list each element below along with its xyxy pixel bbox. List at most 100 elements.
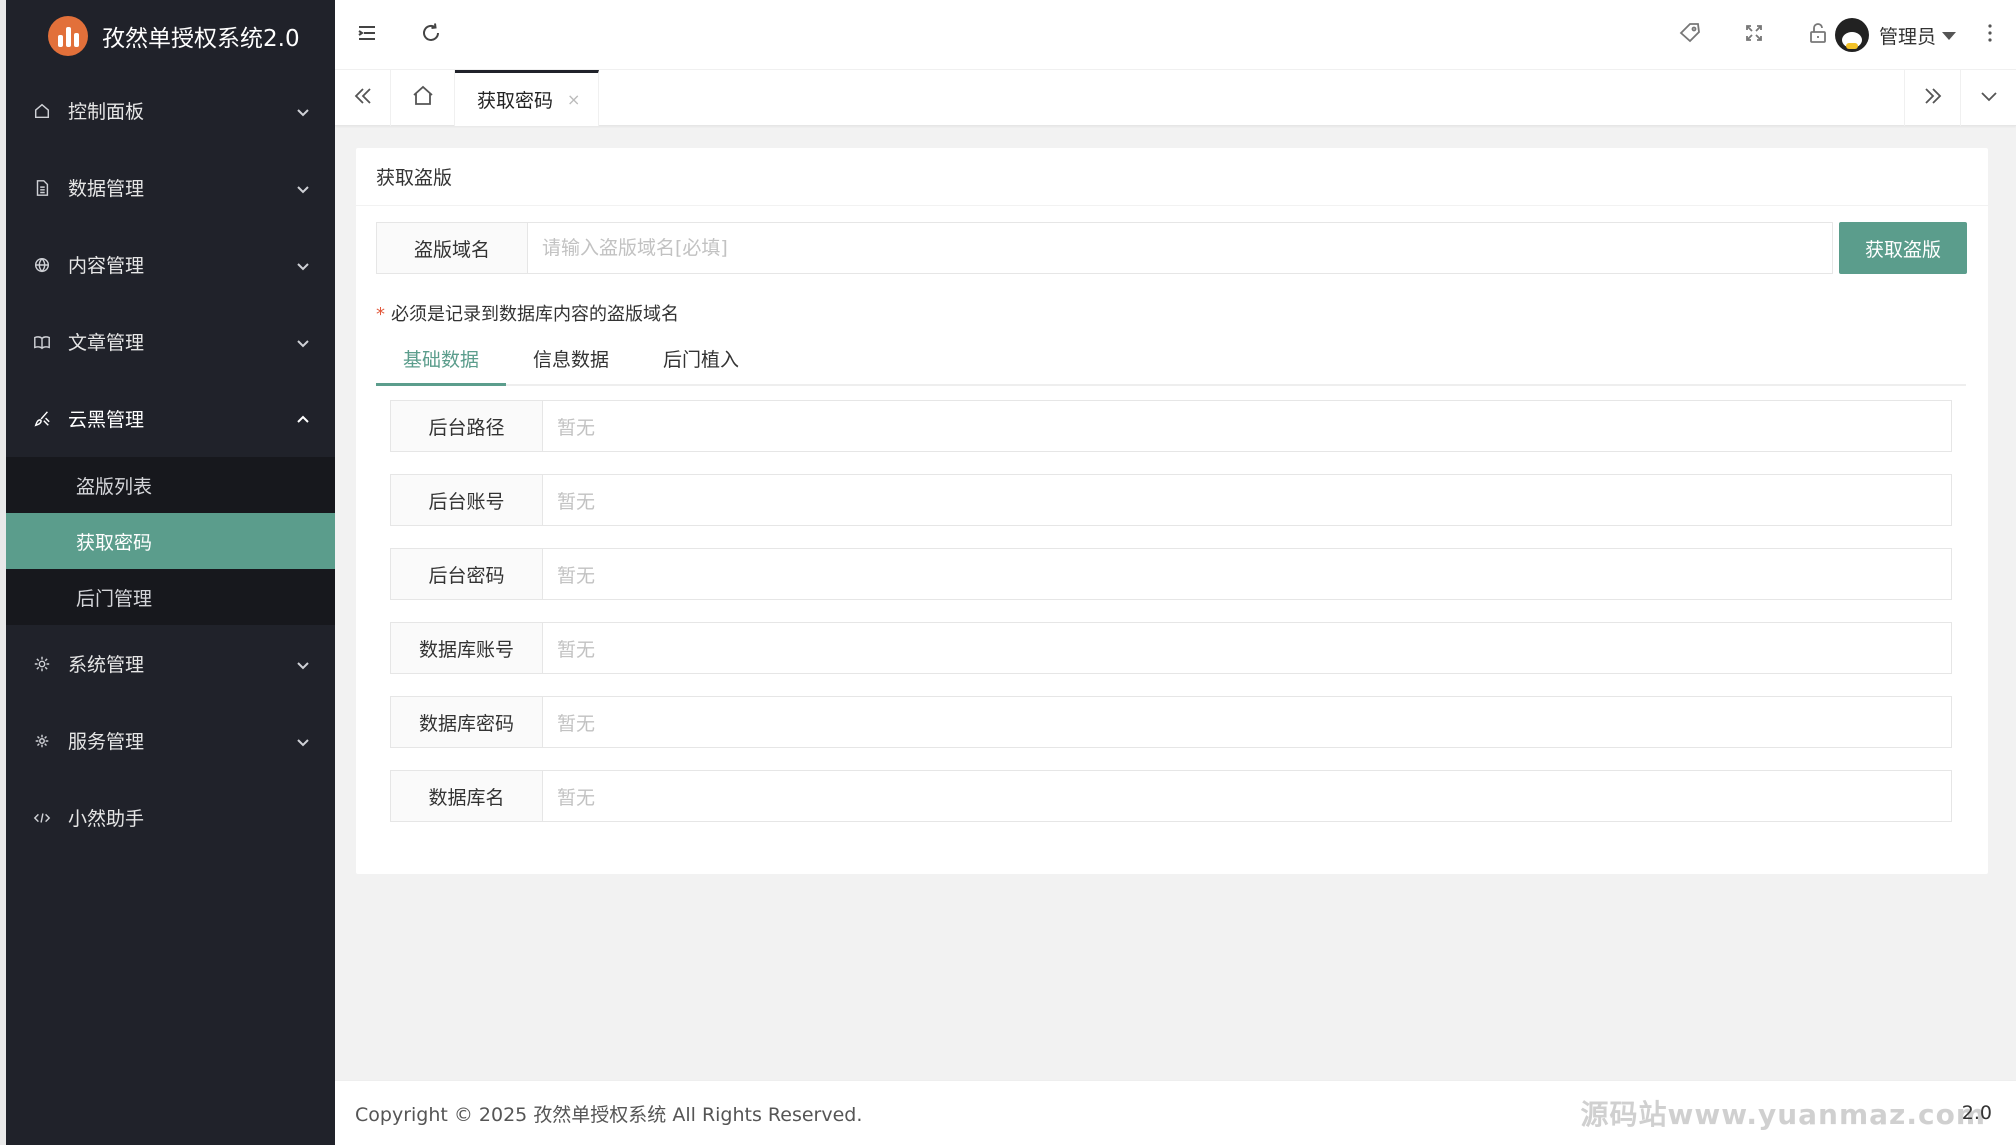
sidebar-subitem-get-password[interactable]: 获取密码 <box>6 513 335 569</box>
sidebar-item-content[interactable]: 内容管理 <box>6 226 335 303</box>
tabs-scroll-right-button[interactable] <box>1904 70 1960 126</box>
menu-toggle-button[interactable] <box>335 0 399 70</box>
gear-icon <box>32 654 52 674</box>
tab-info-data[interactable]: 信息数据 <box>506 332 636 384</box>
sidebar-item-data[interactable]: 数据管理 <box>6 149 335 226</box>
double-chevron-left-icon <box>351 84 375 112</box>
field-admin-account: 后台账号 暂无 <box>390 474 1952 526</box>
sidebar-item-service[interactable]: 服务管理 <box>6 702 335 779</box>
sidebar-item-articles[interactable]: 文章管理 <box>6 303 335 380</box>
sidebar-item-label: 服务管理 <box>68 731 145 753</box>
chevron-down-icon <box>295 257 311 273</box>
book-icon <box>32 332 52 352</box>
field-value[interactable]: 暂无 <box>542 696 1952 748</box>
user-name: 管理员 <box>1878 25 1936 48</box>
sidebar: 孜然单授权系统2.0 控制面板 数据管理 内容管理 文章管理 云黑管理 盗版列表… <box>0 0 335 1145</box>
sidebar-subitem-backdoor[interactable]: 后门管理 <box>6 569 335 625</box>
tab-backdoor-implant[interactable]: 后门植入 <box>636 332 766 384</box>
sidebar-item-system[interactable]: 系统管理 <box>6 625 335 702</box>
document-icon <box>32 178 52 198</box>
field-db-name: 数据库名 暂无 <box>390 770 1952 822</box>
watermark: 源码站www.yuanmaz.com <box>1580 1097 1986 1131</box>
chevron-down-icon <box>295 103 311 119</box>
fullscreen-button[interactable] <box>1722 0 1786 70</box>
more-button[interactable] <box>1964 0 2016 70</box>
field-label: 数据库密码 <box>390 696 543 748</box>
home-icon <box>32 101 52 121</box>
tag-button[interactable] <box>1658 0 1722 70</box>
field-value[interactable]: 暂无 <box>542 548 1952 600</box>
refresh-button[interactable] <box>399 0 463 70</box>
field-db-password: 数据库密码 暂无 <box>390 696 1952 748</box>
tabs-dropdown-button[interactable] <box>1960 70 2016 126</box>
sidebar-nav-lower: 系统管理 服务管理 小然助手 <box>6 625 335 856</box>
home-icon <box>411 84 435 112</box>
sidebar-item-cloud-black[interactable]: 云黑管理 <box>6 380 335 457</box>
globe-icon <box>32 255 52 275</box>
avatar <box>1834 18 1869 52</box>
top-header: 管理员 <box>335 0 2016 70</box>
tag-icon <box>1678 21 1702 49</box>
chevron-down-icon <box>295 733 311 749</box>
card-title: 获取盗版 <box>356 148 1988 206</box>
field-value[interactable]: 暂无 <box>542 770 1952 822</box>
tab-label: 获取密码 <box>477 90 554 112</box>
field-label: 后台路径 <box>390 400 543 452</box>
domain-label: 盗版域名 <box>376 222 528 274</box>
sidebar-item-label: 文章管理 <box>68 332 145 354</box>
code-icon <box>32 808 52 828</box>
field-label: 后台账号 <box>390 474 543 526</box>
tab-basic-data[interactable]: 基础数据 <box>376 332 507 386</box>
sidebar-item-label: 控制面板 <box>68 101 145 123</box>
lock-icon <box>1806 21 1830 49</box>
field-value[interactable]: 暂无 <box>542 474 1952 526</box>
field-label: 数据库名 <box>390 770 543 822</box>
close-icon[interactable]: × <box>567 90 580 109</box>
piracy-domain-input[interactable] <box>527 222 1833 274</box>
app-logo[interactable]: 孜然单授权系统2.0 <box>6 0 335 72</box>
sidebar-item-dashboard[interactable]: 控制面板 <box>6 72 335 149</box>
caret-down-icon <box>1942 32 1956 40</box>
chevron-down-icon <box>295 656 311 672</box>
page-tabbar: 获取密码 × <box>335 70 2016 126</box>
refresh-icon <box>419 21 443 49</box>
sidebar-nav: 控制面板 数据管理 内容管理 文章管理 云黑管理 <box>6 72 335 457</box>
required-hint: * 必须是记录到数据库内容的盗版域名 <box>376 300 679 326</box>
field-admin-path: 后台路径 暂无 <box>390 400 1952 452</box>
more-vertical-icon <box>1978 21 2002 49</box>
field-value[interactable]: 暂无 <box>542 400 1952 452</box>
required-star: * <box>376 304 385 325</box>
get-piracy-button[interactable]: 获取盗版 <box>1839 222 1967 274</box>
tabs-scroll-left-button[interactable] <box>335 70 391 126</box>
service-icon <box>32 731 52 751</box>
tab-get-password[interactable]: 获取密码 × <box>455 70 599 126</box>
hint-text: 必须是记录到数据库内容的盗版域名 <box>391 304 679 325</box>
sidebar-item-label: 系统管理 <box>68 654 145 676</box>
content-card: 获取盗版 盗版域名 获取盗版 * 必须是记录到数据库内容的盗版域名 基础数据 信息… <box>356 148 1988 874</box>
logo-icon <box>48 16 88 56</box>
app-title: 孜然单授权系统2.0 <box>102 26 300 52</box>
copyright-text: Copyright © 2025 孜然单授权系统 All Rights Rese… <box>355 1103 863 1126</box>
field-admin-password: 后台密码 暂无 <box>390 548 1952 600</box>
home-tab[interactable] <box>391 70 455 126</box>
field-label: 数据库账号 <box>390 622 543 674</box>
chevron-down-icon <box>295 334 311 350</box>
brush-icon <box>32 409 52 429</box>
sidebar-item-assistant[interactable]: 小然助手 <box>6 779 335 856</box>
user-menu[interactable]: 管理员 <box>1834 0 1956 70</box>
version-text: 2.0 <box>1961 1101 1992 1124</box>
double-chevron-right-icon <box>1921 84 1945 112</box>
fullscreen-icon <box>1742 21 1766 49</box>
menu-fold-icon <box>355 21 379 49</box>
result-fields: 后台路径 暂无 后台账号 暂无 后台密码 暂无 数据库账号 暂无 数据库密码 暂… <box>390 400 1952 844</box>
chevron-down-icon <box>295 180 311 196</box>
sidebar-item-label: 数据管理 <box>68 178 145 200</box>
piracy-search-row: 盗版域名 获取盗版 <box>376 222 1967 274</box>
sidebar-subitem-piracy-list[interactable]: 盗版列表 <box>6 457 335 513</box>
chevron-down-icon <box>1977 84 2001 112</box>
sidebar-item-label: 内容管理 <box>68 255 145 277</box>
field-db-account: 数据库账号 暂无 <box>390 622 1952 674</box>
field-value[interactable]: 暂无 <box>542 622 1952 674</box>
sidebar-item-label: 云黑管理 <box>68 409 145 431</box>
sidebar-subnav: 盗版列表 获取密码 后门管理 <box>6 457 335 625</box>
